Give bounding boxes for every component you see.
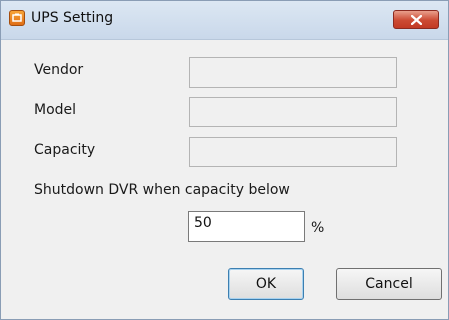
shutdown-label: Shutdown DVR when capacity below	[34, 182, 290, 198]
vendor-field[interactable]	[189, 57, 397, 88]
close-button[interactable]	[393, 10, 439, 29]
model-field[interactable]	[189, 97, 397, 127]
capacity-field[interactable]	[189, 137, 397, 167]
ok-button[interactable]: OK	[228, 268, 304, 300]
model-label: Model	[34, 102, 77, 118]
title-bar[interactable]: UPS Setting	[1, 1, 448, 40]
vendor-label: Vendor	[34, 62, 84, 78]
shutdown-capacity-input[interactable]: 50	[188, 211, 305, 242]
ups-app-icon	[9, 10, 25, 26]
cancel-button[interactable]: Cancel	[336, 268, 442, 300]
percent-unit: %	[311, 220, 325, 236]
close-icon	[411, 15, 422, 25]
ups-setting-dialog: UPS Setting Vendor Model Capacity Shutdo…	[0, 0, 449, 320]
window-title: UPS Setting	[31, 10, 114, 26]
capacity-label: Capacity	[34, 142, 96, 158]
